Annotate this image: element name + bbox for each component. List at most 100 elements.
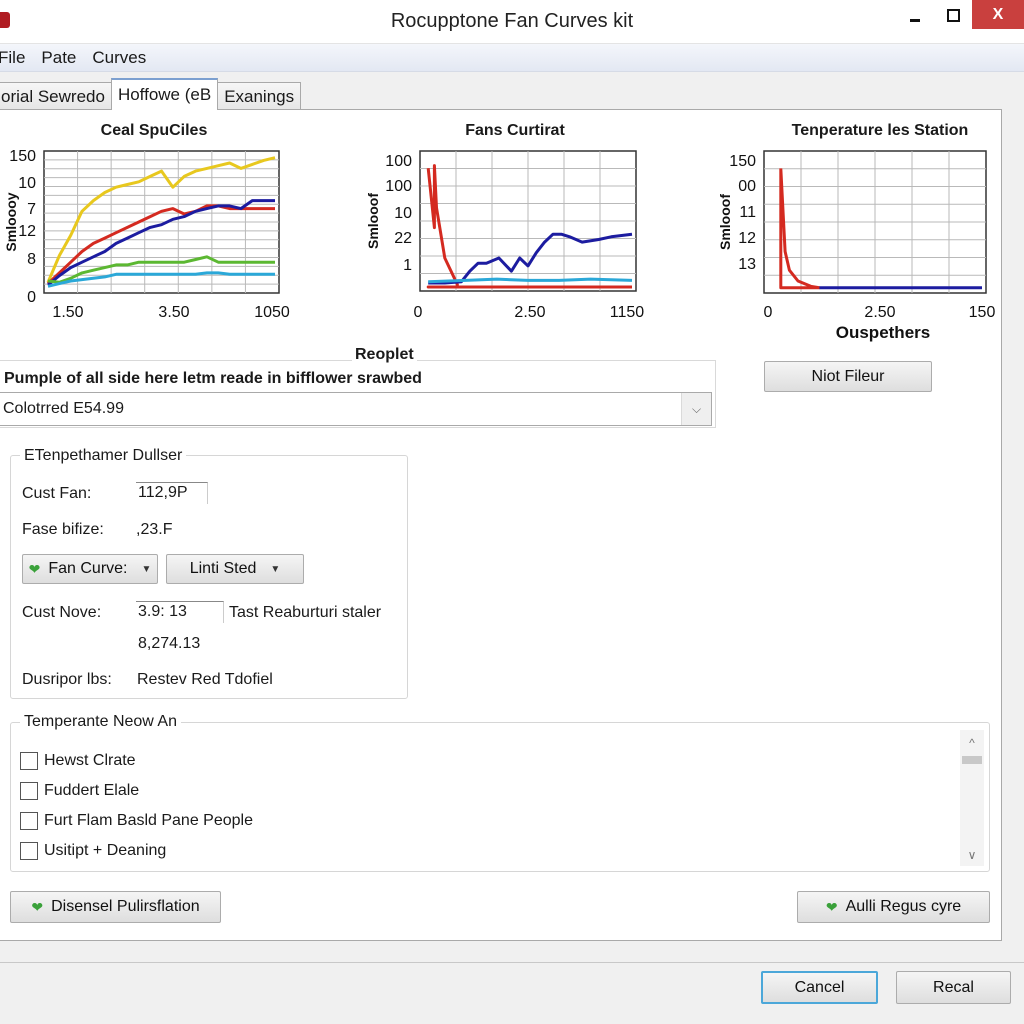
footer-separator — [0, 962, 1024, 963]
cust-nove-note: Tast Reaburturi staler — [229, 604, 382, 621]
shield-check-icon: ❤ — [825, 898, 838, 915]
preset-combo[interactable]: Colotrred E54.99 ⌵ — [0, 392, 712, 426]
cust-nove-label: Cust Nove: — [22, 604, 102, 621]
button-label: Disensel Pulirsflation — [51, 898, 200, 915]
chart-svg: 150 10 7 12 8 0 1.50 3.50 1050 Smloooy — [3, 148, 290, 321]
checkbox-item[interactable]: Fuddert Elale — [20, 782, 139, 800]
cust-nove-field[interactable]: 3.9: 13 — [136, 601, 224, 623]
y-tick-label: 12 — [18, 223, 36, 240]
checkbox-label: Fuddert Elale — [44, 782, 140, 799]
caret-down-icon: ▼ — [270, 563, 281, 575]
menu-curves[interactable]: Curves — [92, 48, 154, 68]
y-tick-label: 1 — [403, 257, 412, 274]
button-label: Cancel — [794, 978, 845, 996]
tab-exanings[interactable]: Exanings — [217, 82, 302, 110]
minimize-button[interactable] — [900, 0, 930, 30]
checkbox[interactable] — [20, 782, 38, 800]
caret-down-icon: ▼ — [141, 563, 152, 575]
chart-ceal-spuciles: Ceal SpuCiles 150 10 7 12 8 0 1.50 3.50 1050 Smlo… — [0, 110, 300, 330]
close-icon: X — [992, 5, 1004, 23]
menu-file[interactable]: File — [0, 48, 33, 68]
x-tick-label: 3.50 — [158, 304, 189, 321]
reoplet-legend: Reoplet — [352, 346, 417, 364]
recal-button[interactable]: Recal — [896, 971, 1011, 1004]
button-label: Fan Curve: — [48, 560, 128, 577]
group-legend: Temperante Neow An — [20, 713, 181, 731]
reoplet-description: Pumple of all side here letm reade in bi… — [4, 370, 422, 387]
x-tick-label: 2.50 — [514, 304, 545, 321]
y-axis-label: Smloooy — [3, 192, 19, 251]
y-tick-label: 00 — [738, 178, 756, 195]
y-tick-label: 10 — [394, 205, 412, 222]
y-tick-label: 100 — [385, 178, 412, 195]
y-tick-label: 8 — [27, 251, 36, 268]
checkbox[interactable] — [20, 842, 38, 860]
cust-fan-label: Cust Fan: — [22, 485, 92, 502]
y-tick-label: 12 — [738, 230, 756, 247]
checkbox[interactable] — [20, 812, 38, 830]
linti-sted-dropdown[interactable]: Linti Sted ▼ — [166, 554, 304, 584]
x-tick-label: 1050 — [254, 304, 290, 321]
niot-fileur-button[interactable]: Niot Fileur — [764, 361, 932, 392]
dusripor-label: Dusripor lbs: — [22, 671, 112, 688]
group-legend: ETenpethamer Dullser — [20, 447, 187, 465]
checkbox-label: Usitipt + Deaning — [44, 842, 167, 859]
y-axis-label: Smlooof — [717, 194, 733, 250]
window-title: Rocupptone Fan Curves kit — [390, 10, 634, 32]
close-button[interactable]: X — [972, 0, 1024, 29]
shield-check-icon: ❤ — [31, 898, 44, 915]
chart-temperature-station: Tenperature les Station 150 00 11 12 13 0 2.50… — [690, 110, 1010, 350]
y-axis-label: Smlooof — [365, 193, 381, 249]
y-tick-label: 150 — [729, 153, 756, 170]
checkbox-item[interactable]: Usitipt + Deaning — [20, 842, 166, 860]
chevron-down-icon[interactable]: ⌵ — [681, 393, 711, 425]
vertical-scrollbar[interactable]: ^ ∨ — [960, 730, 984, 866]
fase-label: Fase bifize: — [22, 521, 104, 538]
title-bar: Rocupptone Fan Curves kit X — [0, 0, 1024, 44]
disensel-button[interactable]: ❤ Disensel Pulirsflation — [10, 891, 221, 923]
menu-pate[interactable]: Pate — [41, 48, 84, 68]
maximize-icon — [946, 8, 960, 22]
x-tick-label: 1150 — [610, 304, 645, 321]
scroll-up-icon[interactable]: ^ — [960, 736, 984, 750]
y-tick-label: 7 — [27, 201, 36, 218]
chart-svg: 100100102210 2.50 1150Smlooof — [365, 150, 645, 321]
tab-hoffowe[interactable]: Hoffowe (eB — [110, 78, 219, 110]
checkbox[interactable] — [20, 752, 38, 770]
checkbox-label: Furt Flam Basld Pane People — [44, 812, 253, 829]
x-tick-label: 0 — [764, 304, 773, 321]
button-label: Linti Sted — [189, 560, 257, 577]
checkbox-item[interactable]: Hewst Clrate — [20, 752, 136, 770]
button-label: Aulli Regus cyre — [845, 898, 962, 915]
tab-orial-sewredo[interactable]: orial Sewredo — [0, 82, 112, 110]
shield-check-icon: ❤ — [28, 560, 41, 577]
y-tick-label: 0 — [27, 289, 36, 306]
x-tick-label: 1.50 — [52, 304, 83, 321]
x-tick-label: 150 — [969, 304, 996, 321]
scroll-thumb[interactable] — [962, 756, 982, 764]
y-tick-label: 11 — [739, 204, 756, 221]
aulli-regus-button[interactable]: ❤ Aulli Regus cyre — [797, 891, 990, 923]
button-label: Niot Fileur — [811, 367, 885, 385]
combo-value: Colotrred E54.99 — [3, 400, 124, 417]
fan-curve-dropdown[interactable]: ❤ Fan Curve: ▼ — [22, 554, 158, 584]
cust-nove-value2: 8,274.13 — [138, 635, 201, 652]
maximize-button[interactable] — [938, 0, 968, 30]
cust-fan-field[interactable]: 112,9P — [136, 482, 208, 504]
cancel-button[interactable]: Cancel — [761, 971, 878, 1004]
y-tick-label: 10 — [18, 175, 36, 192]
checkbox-label: Hewst Clrate — [44, 752, 136, 769]
x-tick-label: 0 — [414, 304, 423, 321]
y-tick-label: 150 — [9, 148, 36, 165]
chart-svg: 150 00 11 12 13 0 2.50 150 Smlooof Ouspethers — [717, 150, 996, 342]
y-tick-label: 13 — [738, 256, 756, 273]
x-axis-label: Ouspethers — [836, 323, 930, 342]
x-tick-label: 2.50 — [864, 304, 895, 321]
fase-value: ,23.F — [136, 521, 173, 538]
y-tick-label: 100 — [385, 153, 412, 170]
chart-fans-curtirat: Fans Curtirat 100 100 10 22 1 0 2.50 1150 Smlooo… — [340, 110, 660, 330]
checkbox-item[interactable]: Furt Flam Basld Pane People — [20, 812, 253, 830]
tab-strip: orial Sewredo Hoffowe (eB Exanings — [0, 78, 302, 110]
minimize-icon — [910, 18, 920, 22]
scroll-down-icon[interactable]: ∨ — [960, 848, 984, 862]
